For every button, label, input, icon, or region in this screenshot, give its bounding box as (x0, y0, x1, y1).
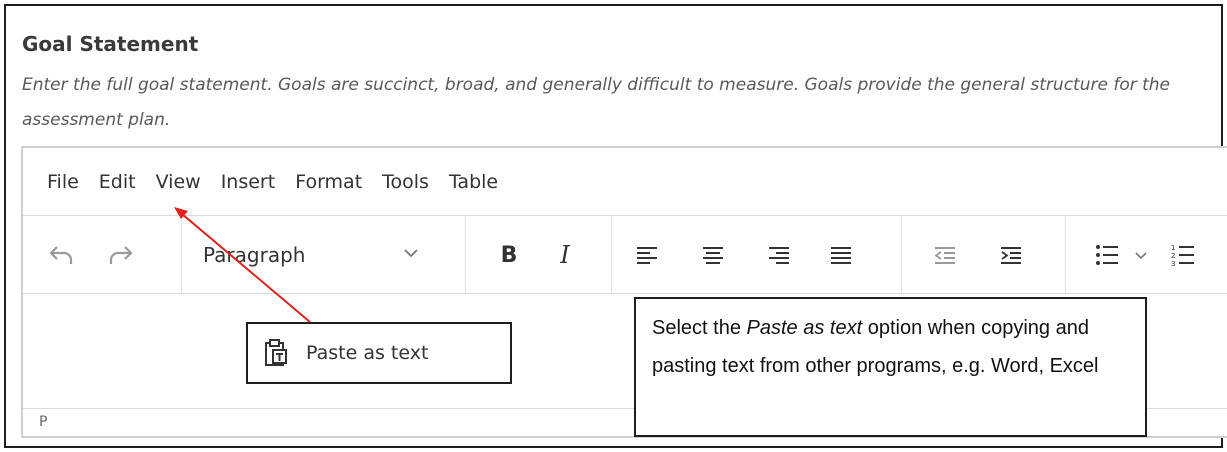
numbered-list-icon: 1 2 3 (1171, 244, 1194, 267)
block-format-value: Paragraph (203, 243, 306, 267)
element-path[interactable]: P (39, 414, 47, 430)
section-title: Goal Statement (22, 32, 199, 56)
bold-button[interactable]: B (489, 236, 529, 274)
align-center-icon (703, 247, 723, 264)
bullet-list-icon (1096, 245, 1118, 265)
history-group (23, 216, 182, 294)
menu-tools[interactable]: Tools (382, 171, 429, 193)
bullet-list-options-button[interactable] (1129, 236, 1153, 274)
menu-insert[interactable]: Insert (221, 171, 276, 193)
section-help-text: Enter the full goal statement. Goals are… (22, 75, 1171, 130)
bullet-list-button[interactable] (1087, 236, 1127, 274)
note-emphasis: Paste as text (746, 317, 863, 339)
chevron-down-icon (1135, 251, 1147, 259)
paste-as-text-menu-item[interactable]: Paste as text (246, 322, 512, 384)
editor-menubar: File Edit View Insert Format Tools Table (23, 148, 1227, 216)
svg-text:3: 3 (1171, 260, 1175, 267)
outdent-button[interactable] (925, 236, 965, 274)
numbered-list-button[interactable]: 1 2 3 (1163, 236, 1203, 274)
outdent-icon (934, 247, 955, 264)
menu-format[interactable]: Format (295, 171, 362, 193)
indent-button[interactable] (991, 236, 1031, 274)
align-left-button[interactable] (627, 236, 667, 274)
instruction-callout: Select the Paste as text option when cop… (634, 297, 1147, 437)
indent-icon (1001, 247, 1021, 264)
note-prefix: Select the (652, 317, 747, 339)
text-style-group: B I (465, 216, 612, 294)
paste-as-text-label: Paste as text (306, 342, 429, 364)
align-right-button[interactable] (759, 236, 799, 274)
undo-button[interactable] (41, 236, 81, 274)
redo-icon (109, 246, 133, 264)
undo-icon (49, 246, 73, 264)
indent-group (901, 216, 1066, 294)
clipboard-text-icon (265, 339, 287, 366)
block-format-group: Paragraph (181, 216, 466, 294)
menu-table[interactable]: Table (449, 171, 498, 193)
chevron-down-icon (404, 249, 418, 258)
align-justify-button[interactable] (821, 236, 861, 274)
menu-edit[interactable]: Edit (99, 171, 136, 193)
align-left-icon (637, 247, 657, 264)
alignment-group (611, 216, 902, 294)
align-justify-icon (831, 247, 851, 264)
menu-file[interactable]: File (47, 171, 79, 193)
list-group: 1 2 3 (1065, 216, 1227, 294)
svg-text:2: 2 (1171, 252, 1175, 260)
align-right-icon (769, 247, 789, 264)
block-format-select[interactable]: Paragraph (181, 230, 451, 280)
editor-toolbar: Paragraph B I 1 2 3 (23, 216, 1227, 294)
svg-text:1: 1 (1171, 244, 1175, 252)
menu-view[interactable]: View (156, 171, 201, 193)
redo-button[interactable] (101, 236, 141, 274)
align-center-button[interactable] (693, 236, 733, 274)
italic-button[interactable]: I (545, 236, 585, 274)
